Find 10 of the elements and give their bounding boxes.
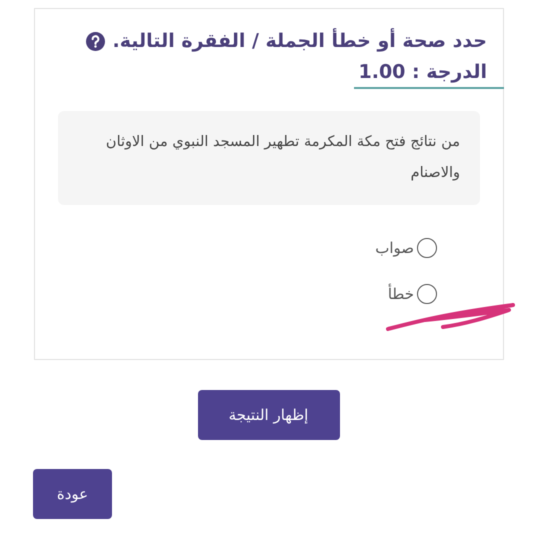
option-label[interactable]: خطأ bbox=[388, 282, 414, 306]
radio-button[interactable] bbox=[417, 238, 437, 258]
question-text: من نتائج فتح مكة المكرمة تطهير المسجد النبوي من الاوثان والاصنام bbox=[58, 111, 480, 205]
show-result-button[interactable]: إظهار النتيجة bbox=[198, 390, 340, 440]
back-button[interactable]: عودة bbox=[33, 469, 112, 519]
grade-label: الدرجة : 1.00 bbox=[358, 61, 487, 83]
question-title: حدد صحة أو خطأ الجملة / الفقرة التالية. bbox=[112, 27, 487, 54]
radio-button[interactable] bbox=[417, 284, 437, 304]
help-icon[interactable] bbox=[86, 32, 105, 50]
option-label[interactable]: صواب bbox=[375, 236, 414, 260]
